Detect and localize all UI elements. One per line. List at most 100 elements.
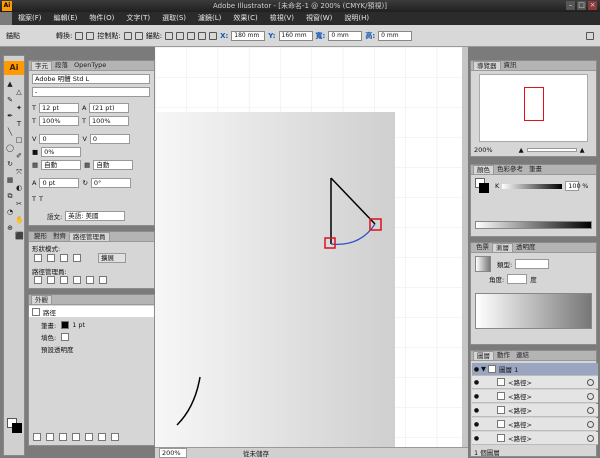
tab-align[interactable]: 對齊 [50, 232, 69, 241]
menu-item-2[interactable]: 物件(O) [83, 12, 120, 25]
connect-anchor-icon[interactable] [187, 31, 196, 40]
k-slider[interactable] [502, 183, 563, 189]
handles-hide-icon[interactable] [134, 31, 143, 40]
close-button[interactable]: × [588, 1, 597, 10]
tab-pathfinder[interactable]: 路徑管理員 [69, 232, 110, 241]
tool-19-icon[interactable]: ⬛ [15, 232, 24, 240]
menu-item-6[interactable]: 效果(C) [227, 12, 263, 25]
menu-item-3[interactable]: 文字(T) [120, 12, 156, 25]
layer-item[interactable]: ● <路徑> [472, 418, 598, 431]
tab-opentype[interactable]: OpenType [71, 61, 109, 70]
appearance-btn-1[interactable] [33, 433, 41, 441]
x-field[interactable]: 180 mm [231, 30, 266, 41]
stroke-color-swatch[interactable] [479, 183, 489, 193]
appearance-btn-3[interactable] [59, 433, 67, 441]
maximize-button[interactable]: □ [577, 1, 586, 10]
navigator-view-box[interactable] [524, 87, 544, 121]
tool-5-icon[interactable]: T [15, 120, 23, 128]
navigator-zoom[interactable]: 200% [474, 146, 493, 154]
stroke-swatch[interactable] [61, 321, 70, 329]
layer-row[interactable]: ● ▼ 圖層 1 [472, 363, 598, 376]
font-family-select[interactable]: Adobe 明體 Std L [32, 74, 150, 84]
tab-transparency[interactable]: 透明度 [513, 243, 539, 252]
minimize-button[interactable]: – [566, 1, 575, 10]
gradient-preview[interactable] [475, 256, 491, 272]
item-name[interactable]: <路徑> [508, 377, 532, 387]
appearance-btn-2[interactable] [46, 433, 54, 441]
crop-icon[interactable] [73, 276, 81, 284]
target-circle-icon[interactable] [587, 392, 594, 400]
aki-right-field[interactable]: 自動 [93, 160, 134, 170]
item-name[interactable]: <路徑> [508, 419, 532, 429]
zoom-out-icon[interactable]: ▲ [519, 146, 524, 154]
zoom-in-icon[interactable]: ▲ [580, 146, 585, 154]
tool-17-icon[interactable]: ✋ [15, 216, 24, 224]
vertical-scale-field[interactable]: 100% [38, 116, 79, 126]
expand-triangle-icon[interactable]: ▼ [481, 365, 486, 373]
gradient-type-select[interactable] [515, 259, 550, 269]
tab-character[interactable]: 字元 [31, 61, 52, 70]
appearance-btn-5[interactable] [85, 433, 93, 441]
tsume-field[interactable]: 0% [41, 147, 82, 157]
tool-11-icon[interactable]: ⤧ [15, 168, 23, 176]
tracking-field[interactable]: 0 [89, 134, 130, 144]
language-select[interactable]: 英語: 美國 [65, 211, 126, 221]
exclude-icon[interactable] [73, 254, 81, 262]
remove-anchor-icon[interactable] [165, 31, 174, 40]
tool-10-icon[interactable]: ↻ [6, 160, 14, 168]
menu-item-0[interactable]: 檔案(F) [12, 12, 48, 25]
cut-path-icon[interactable] [176, 31, 185, 40]
fill-swatch[interactable] [61, 333, 70, 341]
target-circle-icon[interactable] [587, 378, 594, 386]
tab-color[interactable]: 顏色 [473, 165, 494, 174]
document-canvas[interactable] [155, 47, 468, 447]
h-field[interactable]: 0 mm [378, 30, 413, 41]
tab-color-guide[interactable]: 色彩參考 [494, 165, 526, 174]
tool-1-icon[interactable]: △ [15, 88, 23, 96]
tool-13-icon[interactable]: ◐ [15, 184, 23, 192]
w-field[interactable]: 0 mm [328, 30, 363, 41]
menu-item-5[interactable]: 濾鏡(L) [192, 12, 227, 25]
tool-0-icon[interactable]: ▲ [6, 80, 14, 88]
tab-info[interactable]: 資訊 [501, 61, 520, 70]
appearance-btn-4[interactable] [72, 433, 80, 441]
stroke-weight[interactable]: 1 pt [72, 321, 85, 329]
divide-icon[interactable] [34, 276, 42, 284]
join-anchor-icon[interactable] [209, 31, 218, 40]
tool-12-icon[interactable]: ▦ [6, 176, 14, 184]
layer-item[interactable]: ● <路徑> [472, 390, 598, 403]
visibility-eye-icon[interactable]: ● [472, 366, 481, 373]
visibility-eye-icon[interactable]: ● [472, 407, 481, 414]
tool-7-icon[interactable]: □ [15, 136, 23, 144]
target-circle-icon[interactable] [587, 406, 594, 414]
minus-front-icon[interactable] [47, 254, 55, 262]
strikethrough-icon[interactable]: T [39, 195, 43, 203]
aki-left-field[interactable]: 自動 [41, 160, 82, 170]
zoom-slider[interactable] [526, 148, 577, 152]
tab-stroke[interactable]: 筆畫 [526, 165, 545, 174]
average-anchor-icon[interactable] [198, 31, 207, 40]
baseline-shift-field[interactable]: 0 pt [39, 178, 80, 188]
canvas-svg[interactable] [155, 47, 468, 447]
tab-actions[interactable]: 動作 [494, 351, 513, 360]
y-field[interactable]: 160 mm [278, 30, 313, 41]
tool-14-icon[interactable]: ⧉ [6, 192, 14, 200]
tab-appearance[interactable]: 外觀 [31, 295, 52, 304]
tool-18-icon[interactable]: ⊕ [6, 224, 14, 232]
trim-icon[interactable] [47, 276, 55, 284]
visibility-eye-icon[interactable]: ● [472, 435, 481, 442]
expand-button[interactable]: 擴展 [98, 253, 126, 263]
canvas-scrollbar[interactable] [462, 47, 468, 447]
item-name[interactable]: <路徑> [508, 433, 532, 443]
tab-gradient[interactable]: 漸層 [492, 243, 513, 252]
tab-links[interactable]: 連結 [513, 351, 532, 360]
tool-15-icon[interactable]: ✂ [15, 200, 23, 208]
target-circle-icon[interactable] [587, 420, 594, 428]
layer-item[interactable]: ● <路徑> [472, 404, 598, 417]
tool-2-icon[interactable]: ✎ [6, 96, 14, 104]
panel-menu-icon[interactable] [586, 31, 594, 40]
tool-4-icon[interactable]: ✒ [6, 112, 14, 120]
tab-navigator[interactable]: 導覽器 [473, 61, 501, 70]
visibility-eye-icon[interactable]: ● [472, 379, 481, 386]
tool-8-icon[interactable]: ◯ [6, 144, 14, 152]
